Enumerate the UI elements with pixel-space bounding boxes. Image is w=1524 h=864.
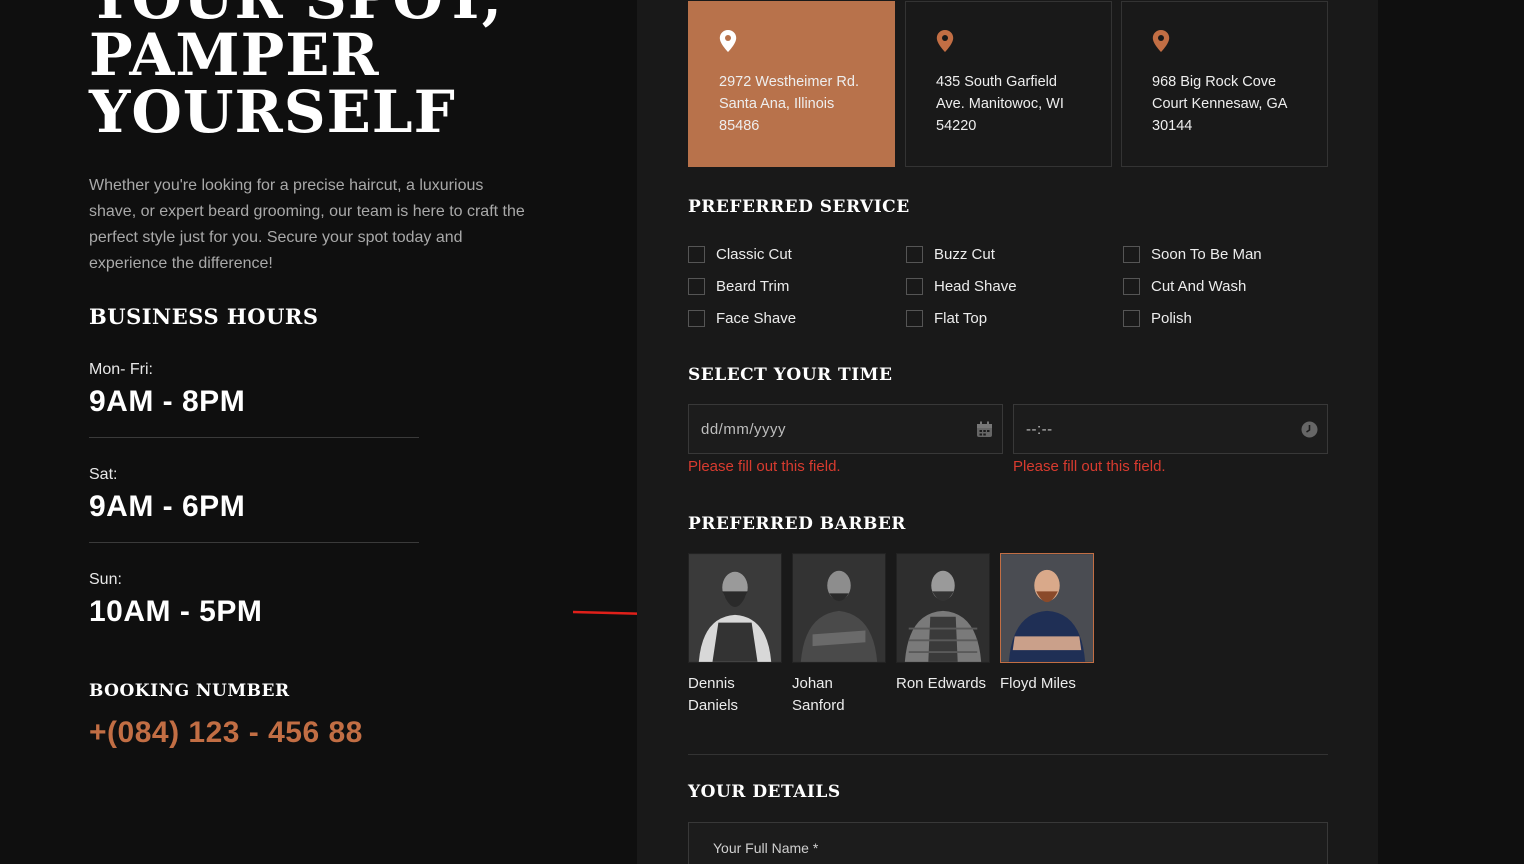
location-card-kennesaw[interactable]: 968 Big Rock Cove Court Kennesaw, GA 301…	[1121, 1, 1328, 167]
service-checkbox-flat-top[interactable]: Flat Top	[906, 310, 987, 327]
hours-divider	[89, 542, 419, 543]
checkbox[interactable]	[688, 310, 705, 327]
hours-divider	[89, 437, 419, 438]
service-checkbox-beard-trim[interactable]: Beard Trim	[688, 278, 789, 295]
time-error-message: Please fill out this field.	[1013, 458, 1166, 475]
checkbox[interactable]	[688, 246, 705, 263]
service-label: Cut And Wash	[1151, 278, 1247, 295]
full-name-input[interactable]: Your Full Name *	[688, 822, 1328, 864]
date-placeholder: dd/mm/yyyy	[701, 421, 787, 438]
checkbox[interactable]	[1123, 310, 1140, 327]
barber-photo[interactable]	[792, 553, 886, 663]
checkbox[interactable]	[906, 310, 923, 327]
map-pin-icon	[936, 30, 954, 52]
booking-number-title: BOOKING NUMBER	[89, 681, 290, 701]
select-time-title: SELECT YOUR TIME	[688, 365, 893, 385]
service-label: Polish	[1151, 310, 1192, 327]
hours-weekday: Mon- Fri: 9AM - 8PM	[89, 361, 419, 438]
service-label: Classic Cut	[716, 246, 792, 263]
service-label: Beard Trim	[716, 278, 790, 295]
barber-portrait-image	[689, 554, 781, 662]
preferred-service-title: PREFERRED SERVICE	[688, 197, 910, 217]
checkbox[interactable]	[1123, 246, 1140, 263]
barber-name: Johan Sanford	[792, 675, 845, 714]
location-address: 968 Big Rock Cove Court Kennesaw, GA 301…	[1152, 74, 1287, 134]
location-address: 2972 Westheimer Rd. Santa Ana, Illinois …	[719, 74, 859, 134]
checkbox[interactable]	[906, 278, 923, 295]
business-hours-title: BUSINESS HOURS	[89, 304, 319, 329]
barber-portrait-image	[1001, 554, 1093, 662]
service-checkbox-buzz-cut[interactable]: Buzz Cut	[906, 246, 995, 263]
hours-day: Sat:	[89, 466, 118, 483]
barber-name: Ron Edwards	[896, 675, 987, 692]
service-checkbox-cut-and-wash[interactable]: Cut And Wash	[1123, 278, 1246, 295]
time-input[interactable]: --:--	[1013, 404, 1328, 454]
service-label: Flat Top	[934, 310, 988, 327]
service-label: Face Shave	[716, 310, 797, 327]
barber-portrait-image	[897, 554, 989, 662]
barber-option-floyd-miles[interactable]: Floyd Miles	[1000, 553, 1094, 695]
clock-icon[interactable]	[1301, 421, 1318, 438]
hours-time: 9AM - 6PM	[89, 490, 246, 523]
hours-sunday: Sun: 10AM - 5PM	[89, 571, 419, 629]
date-input[interactable]: dd/mm/yyyy	[688, 404, 1003, 454]
barber-photo[interactable]	[1000, 553, 1094, 663]
service-checkbox-classic-cut[interactable]: Classic Cut	[688, 246, 792, 263]
barber-photo[interactable]	[896, 553, 990, 663]
date-error-message: Please fill out this field.	[688, 458, 841, 475]
location-address: 435 South Garfield Ave. Manitowoc, WI 54…	[936, 74, 1064, 134]
hero-description: Whether you're looking for a precise hai…	[89, 177, 525, 272]
service-checkbox-face-shave[interactable]: Face Shave	[688, 310, 796, 327]
hours-saturday: Sat: 9AM - 6PM	[89, 466, 419, 543]
service-label: Head Shave	[934, 278, 1017, 295]
hours-day: Sun:	[89, 571, 122, 588]
hours-day: Mon- Fri:	[89, 361, 153, 378]
hours-time: 9AM - 8PM	[89, 385, 246, 418]
barber-option-ron-edwards[interactable]: Ron Edwards	[896, 553, 990, 695]
full-name-placeholder: Your Full Name *	[713, 840, 819, 856]
location-card-santa-ana[interactable]: 2972 Westheimer Rd. Santa Ana, Illinois …	[688, 1, 895, 167]
service-label: Buzz Cut	[934, 246, 995, 263]
barber-name: Dennis Daniels	[688, 675, 739, 714]
hero-title: YOUR SPOT, PAMPER YOURSELF	[89, 0, 503, 141]
service-checkbox-polish[interactable]: Polish	[1123, 310, 1192, 327]
service-label: Soon To Be Man	[1151, 246, 1262, 263]
your-details-title: YOUR DETAILS	[688, 782, 841, 802]
preferred-barber-title: PREFERRED BARBER	[688, 514, 906, 534]
checkbox[interactable]	[688, 278, 705, 295]
barber-option-johan-sanford[interactable]: Johan Sanford	[792, 553, 886, 717]
location-card-manitowoc[interactable]: 435 South Garfield Ave. Manitowoc, WI 54…	[905, 1, 1112, 167]
barber-portrait-image	[793, 554, 885, 662]
barber-name: Floyd Miles	[1000, 675, 1076, 692]
map-pin-icon	[1152, 30, 1170, 52]
barber-photo[interactable]	[688, 553, 782, 663]
time-placeholder: --:--	[1026, 421, 1053, 438]
calendar-icon[interactable]	[976, 421, 993, 438]
service-checkbox-soon-to-be-man[interactable]: Soon To Be Man	[1123, 246, 1262, 263]
map-pin-icon	[719, 30, 737, 52]
section-divider	[688, 754, 1328, 755]
hero-title-line-3: YOURSELF	[89, 78, 456, 146]
service-checkbox-head-shave[interactable]: Head Shave	[906, 278, 1017, 295]
hours-time: 10AM - 5PM	[89, 595, 263, 628]
checkbox[interactable]	[1123, 278, 1140, 295]
hero-title-line-2: PAMPER	[89, 21, 380, 89]
checkbox[interactable]	[906, 246, 923, 263]
barber-option-dennis-daniels[interactable]: Dennis Daniels	[688, 553, 782, 717]
booking-phone-link[interactable]: +(084) 123 - 456 88	[89, 716, 363, 750]
